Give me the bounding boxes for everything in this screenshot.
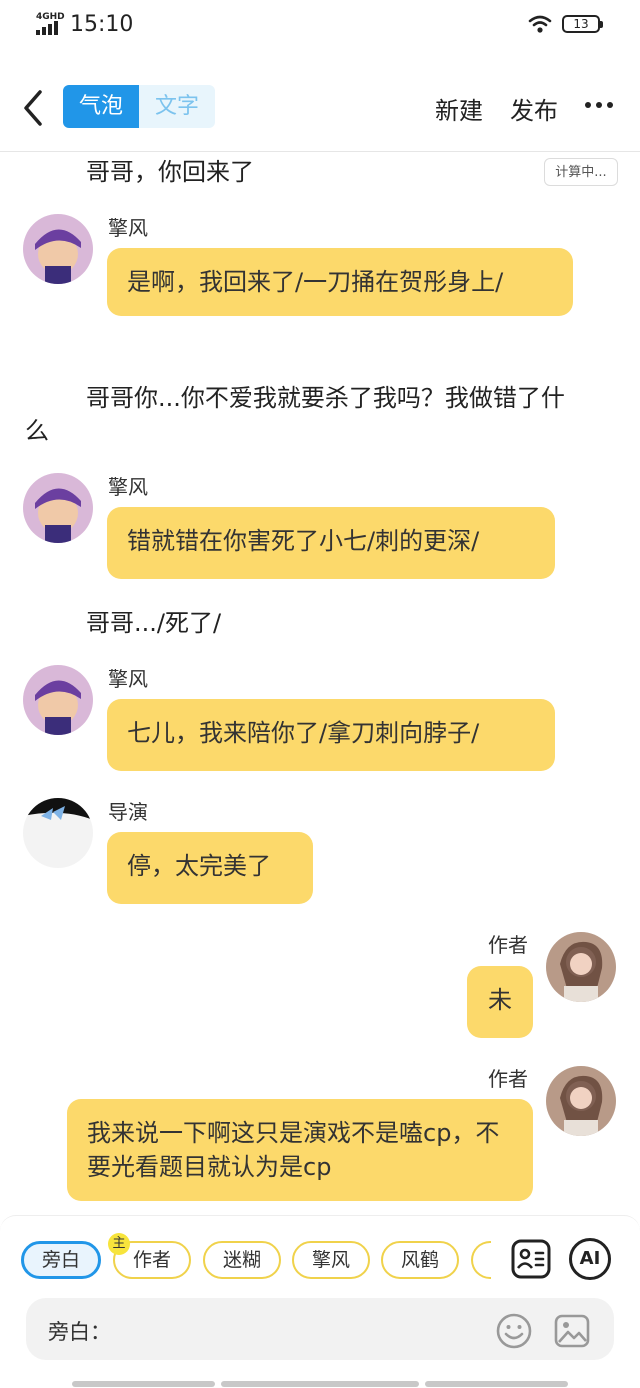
status-time: 15:10 [70, 12, 134, 37]
home-indicator [72, 1381, 215, 1387]
narration-message[interactable]: 哥哥.../死了/ [86, 607, 221, 640]
sender-name: 作者 [488, 933, 528, 957]
main-role-badge: 主 [108, 1233, 130, 1255]
input-role-label: 旁白： [48, 1320, 111, 1344]
message-bubble[interactable]: 是啊，我回来了/一刀捅在贺彤身上/ [107, 248, 573, 316]
ai-button[interactable]: AI [569, 1238, 611, 1280]
message-bubble[interactable]: 我来说一下啊这只是演戏不是嗑cp，不要光看题目就认为是cp [67, 1099, 533, 1201]
more-icon[interactable] [585, 98, 613, 112]
calculating-button[interactable]: 计算中... [544, 158, 618, 186]
emoji-icon[interactable] [496, 1313, 532, 1349]
mode-segmented-control: 气泡 文字 [63, 85, 215, 128]
avatar[interactable] [23, 798, 93, 868]
message-bubble[interactable]: 错就错在你害死了小七/刺的更深/ [107, 507, 555, 579]
sender-name: 擎风 [108, 216, 148, 240]
home-indicator [425, 1381, 568, 1387]
new-button[interactable]: 新建 [435, 91, 483, 126]
sender-name: 擎风 [108, 475, 148, 499]
home-indicator [221, 1381, 419, 1387]
publish-button[interactable]: 发布 [510, 91, 558, 126]
sender-name: 擎风 [108, 667, 148, 691]
back-chevron-icon[interactable] [20, 88, 46, 128]
message-bubble[interactable]: 停，太完美了 [107, 832, 313, 904]
wifi-icon [528, 15, 552, 33]
avatar[interactable] [23, 473, 93, 543]
role-chip-narration[interactable]: 旁白 [21, 1241, 101, 1279]
role-card-icon[interactable] [510, 1238, 552, 1280]
message-bubble[interactable]: 未 [467, 966, 533, 1038]
avatar[interactable] [546, 932, 616, 1002]
avatar[interactable] [23, 214, 93, 284]
sender-name: 作者 [488, 1067, 528, 1091]
signal-icon [36, 21, 62, 35]
avatar[interactable] [23, 665, 93, 735]
narration-message[interactable]: 哥哥你...你不爱我就要杀了我吗？我做错了什么 [25, 382, 585, 448]
narration-message[interactable]: 哥哥，你回来了 [86, 156, 254, 189]
battery-indicator: 13 [562, 15, 603, 33]
image-icon[interactable] [554, 1313, 590, 1349]
tab-bubble[interactable]: 气泡 [63, 85, 139, 128]
role-chip-mihu[interactable]: 迷糊 [203, 1241, 281, 1279]
sender-name: 导演 [108, 800, 148, 824]
role-chip-qingfeng[interactable]: 擎风 [292, 1241, 370, 1279]
role-chip-fenghe[interactable]: 风鹤 [381, 1241, 459, 1279]
tab-text[interactable]: 文字 [139, 85, 215, 128]
message-bubble[interactable]: 七儿，我来陪你了/拿刀刺向脖子/ [107, 699, 555, 771]
avatar[interactable] [546, 1066, 616, 1136]
header-divider [0, 151, 640, 152]
